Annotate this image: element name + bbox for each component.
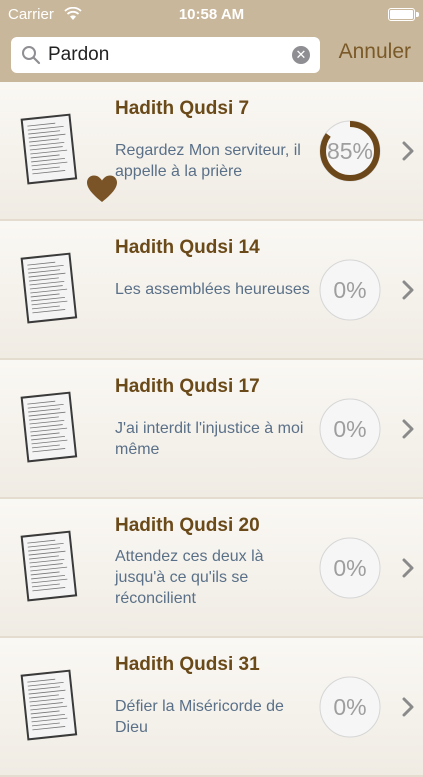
status-time: 10:58 AM xyxy=(178,6,245,23)
progress-label: 85% xyxy=(326,138,374,164)
progress-ring: 0% xyxy=(318,675,382,739)
row-subtitle: Attendez ces deux là jusqu'à ce qu'ils s… xyxy=(115,548,264,607)
chevron-right-icon xyxy=(402,419,414,444)
row-subtitle: Défier la Miséricorde de Dieu xyxy=(115,698,284,736)
progress-label: 0% xyxy=(333,416,367,442)
list-item[interactable]: Hadith Qudsi 31 Défier la Miséricorde de… xyxy=(0,638,423,777)
row-title: Hadith Qudsi 31 xyxy=(115,654,260,675)
search-bar: ✕ Annuler xyxy=(0,30,423,82)
document-icon xyxy=(18,112,78,186)
progress-ring: 0% xyxy=(318,258,382,322)
hadith-list: Hadith Qudsi 7 Regardez Mon serviteur, i… xyxy=(0,82,423,777)
chevron-right-icon xyxy=(402,558,414,583)
status-bar: Carrier 10:58 AM xyxy=(0,0,423,30)
chevron-right-icon xyxy=(402,141,414,166)
row-title: Hadith Qudsi 20 xyxy=(115,515,260,536)
progress-ring: 0% xyxy=(318,397,382,461)
document-icon xyxy=(18,668,78,742)
row-title: Hadith Qudsi 14 xyxy=(115,237,260,258)
progress-label: 0% xyxy=(333,555,367,581)
clear-search-icon[interactable]: ✕ xyxy=(292,46,310,64)
search-input[interactable] xyxy=(48,41,288,69)
document-icon xyxy=(18,529,78,603)
progress-label: 0% xyxy=(333,694,367,720)
list-item[interactable]: Hadith Qudsi 7 Regardez Mon serviteur, i… xyxy=(0,82,423,221)
progress-ring: 0% xyxy=(318,536,382,600)
row-title: Hadith Qudsi 7 xyxy=(115,98,250,119)
chevron-right-icon xyxy=(402,280,414,305)
chevron-right-icon xyxy=(402,697,414,722)
search-icon xyxy=(21,45,41,70)
document-icon xyxy=(18,390,78,464)
favorite-heart-icon xyxy=(86,174,118,209)
row-subtitle: Les assemblées heureuses xyxy=(115,281,310,298)
list-item[interactable]: Hadith Qudsi 17 J'ai interdit l'injustic… xyxy=(0,360,423,499)
row-subtitle: J'ai interdit l'injustice à moi même xyxy=(115,420,304,458)
row-subtitle: Regardez Mon serviteur, il appelle à la … xyxy=(115,142,301,180)
progress-label: 0% xyxy=(333,277,367,303)
battery-icon xyxy=(388,8,419,21)
progress-ring: 85% xyxy=(318,119,382,183)
search-field[interactable]: ✕ xyxy=(11,37,320,73)
list-item[interactable]: Hadith Qudsi 20 Attendez ces deux là jus… xyxy=(0,499,423,638)
cancel-button[interactable]: Annuler xyxy=(339,40,411,64)
document-icon xyxy=(18,251,78,325)
row-title: Hadith Qudsi 17 xyxy=(115,376,260,397)
list-item[interactable]: Hadith Qudsi 14 Les assemblées heureuses… xyxy=(0,221,423,360)
